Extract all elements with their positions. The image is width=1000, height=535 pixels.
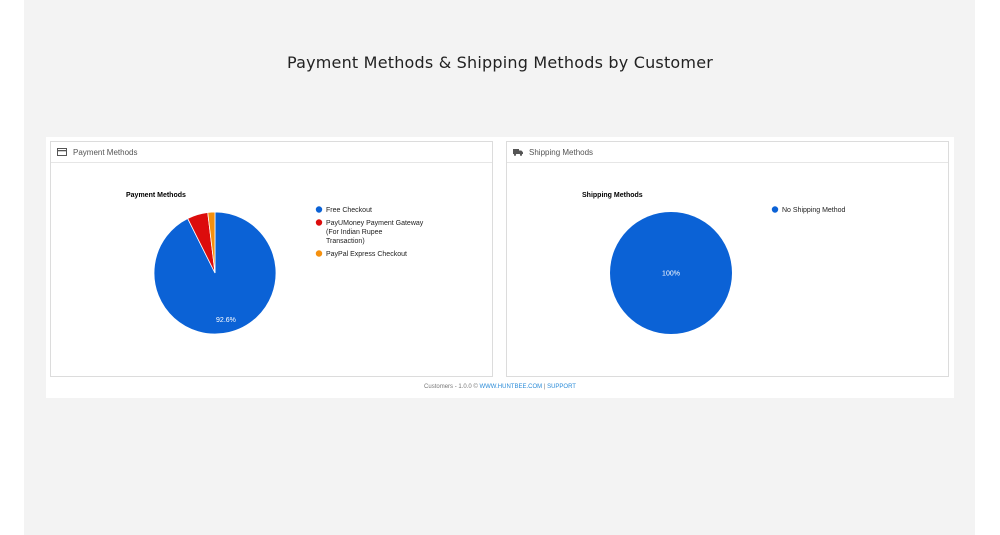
huntbee-link[interactable]: WWW.HUNTBEE.COM <box>479 384 542 390</box>
legend-label: PayPal Express Checkout <box>326 251 407 258</box>
payment-panel-header: Payment Methods <box>51 142 492 163</box>
credit-card-icon <box>57 148 67 156</box>
shipping-methods-panel: Shipping Methods Shipping Methods 100% No … <box>506 141 949 377</box>
legend-marker <box>315 219 323 226</box>
slice-value-label: 92.6% <box>216 317 236 324</box>
truck-icon <box>513 148 523 156</box>
legend-marker <box>771 206 779 213</box>
payment-methods-chart: Payment Methods 92.6% Free Checkout PayUMon… <box>126 192 424 335</box>
legend-marker <box>315 250 323 257</box>
footer-text: Customers - 1.0.0 © <box>424 384 478 390</box>
content-area: Payment Methods Payment Methods 92.6% Free… <box>46 137 954 398</box>
shipping-panel-header: Shipping Methods <box>507 142 948 163</box>
legend-label: Free Checkout <box>326 207 372 214</box>
legend-label: PayUMoney Payment Gateway (For Indian Rup… <box>326 220 424 245</box>
footer-separator: | <box>543 384 546 390</box>
page-title: Payment Methods & Shipping Methods by Cu… <box>286 53 714 72</box>
support-link[interactable]: SUPPORT <box>547 384 576 390</box>
chart-title: Shipping Methods <box>582 192 643 199</box>
payment-methods-panel: Payment Methods Payment Methods 92.6% Free… <box>50 141 493 377</box>
legend-label: No Shipping Method <box>782 207 846 214</box>
footer: Customers - 1.0.0 © WWW.HUNTBEE.COM | SU… <box>46 384 954 390</box>
legend-marker <box>315 206 323 213</box>
payment-panel-title: Payment Methods <box>73 147 138 157</box>
shipping-panel-title: Shipping Methods <box>529 147 594 157</box>
chart-title: Payment Methods <box>126 192 186 199</box>
shipping-methods-chart: Shipping Methods 100% No Shipping Method <box>582 192 846 334</box>
slice-value-label: 100% <box>662 271 680 278</box>
